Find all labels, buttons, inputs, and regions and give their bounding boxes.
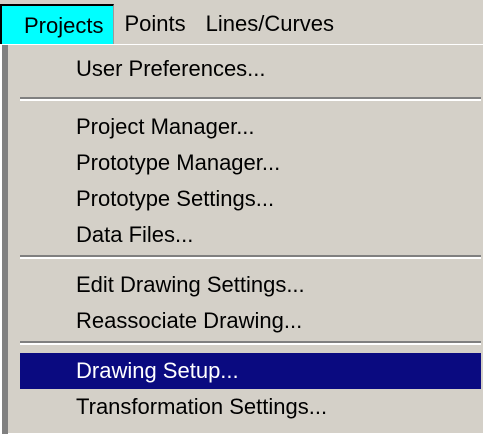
menu-item-user-preferences[interactable]: User Preferences... [20,51,481,87]
menu-item-edit-drawing-settings[interactable]: Edit Drawing Settings... [20,267,481,303]
projects-dropdown-menu: User Preferences... Project Manager... P… [0,44,483,434]
menu-bar: Projects Points Lines/Curves [0,0,483,44]
menu-item-prototype-manager[interactable]: Prototype Manager... [20,145,481,181]
menu-projects[interactable]: Projects [0,4,115,44]
menu-separator [20,255,481,259]
menu-item-project-manager[interactable]: Project Manager... [20,109,481,145]
menu-item-drawing-setup[interactable]: Drawing Setup... [20,353,481,389]
menu-separator [20,97,481,101]
menu-item-reassociate-drawing[interactable]: Reassociate Drawing... [20,303,481,339]
menu-separator [20,341,481,345]
menu-points[interactable]: Points [114,4,195,44]
menu-left-shadow [2,45,8,434]
menu-item-transformation-settings[interactable]: Transformation Settings... [20,389,481,425]
menu-item-data-files[interactable]: Data Files... [20,217,481,253]
menu-lines-curves[interactable]: Lines/Curves [196,4,344,44]
menu-item-prototype-settings[interactable]: Prototype Settings... [20,181,481,217]
